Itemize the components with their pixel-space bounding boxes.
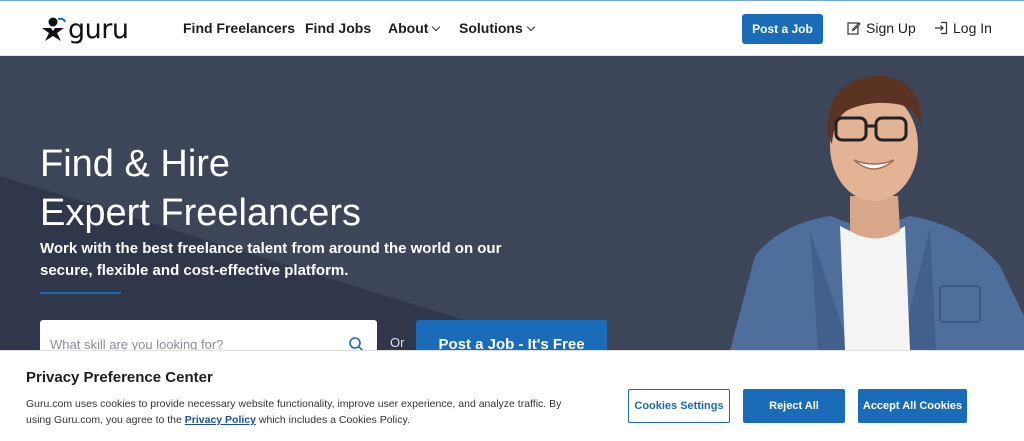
cookie-banner-text: Guru.com uses cookies to provide necessa… bbox=[26, 396, 586, 428]
sign-up-label: Sign Up bbox=[866, 20, 916, 36]
cookie-banner-title: Privacy Preference Center bbox=[26, 369, 213, 386]
nav-about[interactable]: About bbox=[388, 20, 441, 36]
nav-find-jobs[interactable]: Find Jobs bbox=[305, 20, 371, 36]
post-job-button[interactable]: Post a Job bbox=[742, 14, 823, 44]
log-in-label: Log In bbox=[953, 20, 992, 36]
reject-all-button[interactable]: Reject All bbox=[743, 389, 845, 423]
nav-about-label: About bbox=[388, 20, 429, 36]
hero-title-line2: Expert Freelancers bbox=[40, 192, 362, 234]
log-in-link[interactable]: Log In bbox=[934, 20, 992, 36]
hero-title: Find & Hire Expert Freelancers bbox=[40, 140, 361, 238]
guru-figure-icon bbox=[42, 17, 66, 41]
chevron-down-icon bbox=[526, 22, 536, 32]
skill-search-input[interactable] bbox=[40, 320, 340, 350]
nav-find-freelancers[interactable]: Find Freelancers bbox=[183, 20, 295, 36]
hero-subtitle: Work with the best freelance talent from… bbox=[40, 240, 502, 279]
login-icon bbox=[935, 21, 948, 35]
site-header: guru Find Freelancers Find Jobs About So… bbox=[0, 0, 1024, 56]
sign-up-link[interactable]: Sign Up bbox=[847, 20, 916, 36]
privacy-policy-link[interactable]: Privacy Policy bbox=[185, 414, 256, 426]
freelancer-photo bbox=[700, 56, 1024, 350]
cookie-text-after-link: which includes a Cookies Policy. bbox=[255, 414, 410, 426]
hero-section: Find & Hire Expert Freelancers Work with… bbox=[0, 56, 1024, 350]
logo-text: guru bbox=[68, 13, 129, 45]
cookie-banner: Privacy Preference Center Guru.com uses … bbox=[0, 350, 1024, 441]
logo[interactable]: guru bbox=[40, 13, 129, 45]
nav-solutions[interactable]: Solutions bbox=[459, 20, 536, 36]
nav-solutions-label: Solutions bbox=[459, 20, 523, 36]
hero-title-line1: Find & Hire bbox=[40, 143, 231, 185]
accept-all-cookies-button[interactable]: Accept All Cookies bbox=[858, 389, 967, 423]
cookies-settings-button[interactable]: Cookies Settings bbox=[628, 389, 730, 423]
chevron-down-icon bbox=[432, 22, 441, 32]
skill-search-box bbox=[40, 320, 377, 350]
hero-divider bbox=[40, 292, 121, 294]
post-job-free-button[interactable]: Post a Job - It's Free bbox=[416, 320, 607, 350]
edit-icon bbox=[847, 22, 861, 35]
or-label: Or bbox=[390, 335, 405, 350]
search-icon[interactable] bbox=[348, 336, 364, 350]
